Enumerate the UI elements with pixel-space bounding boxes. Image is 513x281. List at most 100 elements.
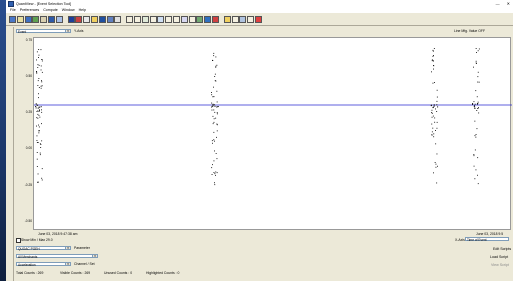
stack-icon[interactable]	[188, 15, 196, 23]
chevron-down-icon[interactable]: ▼	[92, 255, 97, 258]
data-point	[435, 108, 436, 110]
data-point	[211, 102, 213, 104]
edit-scripts-button[interactable]: Edit Scripts	[493, 247, 511, 251]
event-select[interactable]: Event ▼	[16, 29, 71, 34]
data-point	[436, 100, 438, 102]
data-point	[433, 172, 434, 174]
data-point	[433, 65, 434, 66]
menu-preferences[interactable]: Preferences	[20, 8, 39, 12]
stats-icon[interactable]	[247, 15, 255, 23]
chevron-down-icon[interactable]: ▼	[65, 263, 70, 266]
merge-icon[interactable]	[149, 15, 157, 23]
y-tick-label: 0.00	[25, 146, 32, 150]
camera-icon[interactable]	[239, 15, 247, 23]
data-point	[38, 111, 40, 112]
data-point	[38, 87, 40, 88]
highlight-icon[interactable]	[254, 15, 262, 23]
data-point	[434, 162, 436, 163]
export-icon[interactable]	[40, 15, 48, 23]
data-point	[432, 115, 434, 117]
cursor-icon[interactable]	[172, 15, 180, 23]
menu-compute[interactable]: Compute	[43, 8, 58, 12]
parameter-label: Parameter	[74, 246, 90, 250]
tree-icon[interactable]	[204, 15, 212, 23]
close-icon[interactable]: ✕	[507, 1, 510, 6]
data-point	[432, 82, 434, 84]
bars-icon[interactable]	[75, 15, 83, 23]
data-point	[39, 154, 41, 156]
split-icon[interactable]	[141, 15, 149, 23]
channel-select[interactable]: Acceleration ▼	[16, 262, 71, 267]
scatter-plot[interactable]	[33, 37, 512, 231]
data-point	[35, 107, 37, 109]
data-point	[431, 134, 433, 136]
list-icon[interactable]	[133, 15, 141, 23]
scale-icon[interactable]	[90, 15, 98, 23]
data-point	[433, 48, 435, 49]
data-point	[213, 86, 214, 88]
sort-icon[interactable]	[83, 15, 91, 23]
data-point	[213, 172, 215, 173]
data-point	[433, 105, 435, 107]
data-point	[213, 121, 215, 123]
filter-icon[interactable]	[55, 15, 63, 23]
compare-icon[interactable]	[126, 15, 134, 23]
data-point	[38, 106, 40, 108]
plot-canvas[interactable]	[34, 38, 512, 231]
data-point	[36, 71, 37, 72]
table-icon[interactable]	[16, 15, 24, 23]
data-point	[432, 49, 434, 51]
data-point	[477, 76, 479, 78]
flag-icon[interactable]	[196, 15, 204, 23]
menu-file[interactable]: File	[10, 8, 16, 12]
x-axis-select[interactable]: Time of Event	[465, 237, 509, 242]
data-point	[212, 142, 213, 144]
data-point	[39, 152, 41, 154]
load-script-button[interactable]: Load Script	[490, 255, 508, 259]
axis-icon[interactable]	[47, 15, 55, 23]
chevron-down-icon[interactable]: ▼	[65, 30, 70, 33]
data-point	[432, 50, 434, 52]
menu-help[interactable]: Help	[79, 8, 86, 12]
grid-icon[interactable]	[32, 15, 40, 23]
data-point	[431, 116, 433, 118]
data-point	[37, 173, 39, 175]
data-point	[38, 93, 39, 95]
data-point	[431, 71, 432, 73]
data-point	[436, 121, 438, 123]
total-counts: Total Counts : 269	[16, 271, 44, 275]
parameter-select[interactable]: QUOAC PGEH ▼	[16, 246, 71, 251]
subparam-select[interactable]: All Merchants ▼	[16, 254, 98, 259]
data-point	[36, 166, 38, 167]
range-icon[interactable]	[157, 15, 165, 23]
align-icon[interactable]	[180, 15, 188, 23]
data-point	[37, 85, 39, 86]
chart-icon[interactable]	[24, 15, 32, 23]
data-point	[41, 81, 43, 83]
palette-icon[interactable]	[98, 15, 106, 23]
link-icon[interactable]	[211, 15, 219, 23]
view-script-button[interactable]: View Script	[491, 263, 509, 267]
channel-label: Channel / Set	[74, 262, 95, 266]
data-point	[214, 173, 216, 175]
data-point	[36, 72, 38, 74]
zoom-icon[interactable]	[106, 15, 114, 23]
note-icon[interactable]	[231, 15, 239, 23]
blue-block-icon[interactable]	[67, 15, 75, 23]
folder-icon[interactable]	[223, 15, 231, 23]
data-point	[213, 131, 215, 133]
data-point	[41, 179, 43, 181]
pan-icon[interactable]	[114, 15, 122, 23]
x-start-label: June 03, 2018 9:47:38 am	[38, 232, 78, 236]
data-point	[35, 106, 37, 107]
menu-window[interactable]: Window	[62, 8, 75, 12]
measure-icon[interactable]	[165, 15, 173, 23]
minimize-icon[interactable]: —	[496, 1, 500, 6]
data-point	[474, 178, 476, 180]
data-point	[478, 107, 479, 109]
select-icon[interactable]	[9, 15, 16, 23]
chevron-down-icon[interactable]: ▼	[65, 247, 70, 250]
data-point	[433, 136, 435, 138]
data-point	[432, 55, 434, 57]
data-point	[473, 66, 474, 68]
